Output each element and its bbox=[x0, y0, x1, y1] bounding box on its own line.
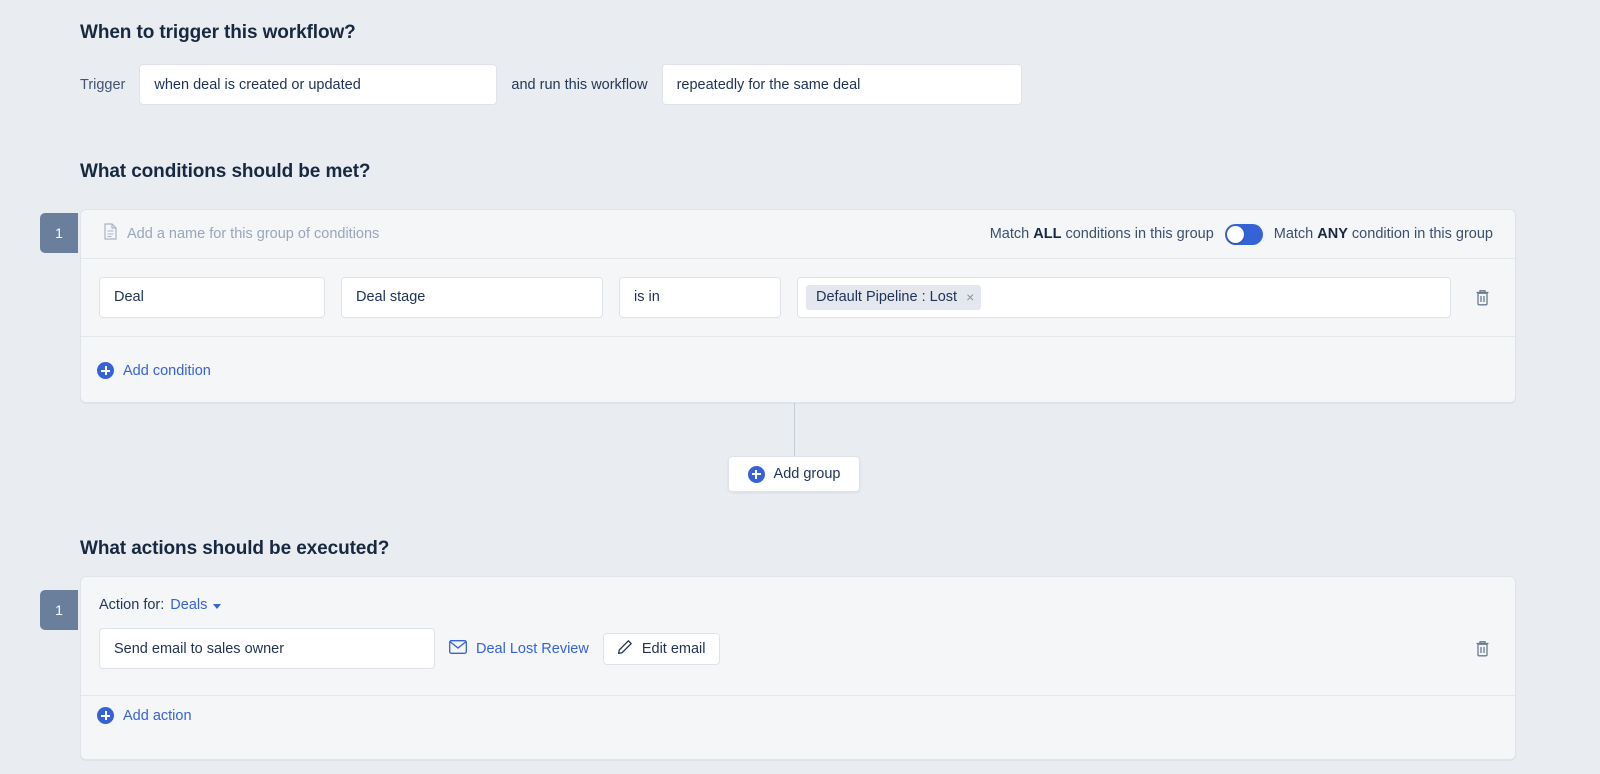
group-connector-line bbox=[794, 403, 795, 456]
trash-icon bbox=[1476, 289, 1488, 305]
condition-row: Deal Deal stage is in Default Pipeline :… bbox=[81, 258, 1515, 336]
condition-group-number: 1 bbox=[40, 213, 78, 253]
email-template-name: Deal Lost Review bbox=[476, 640, 589, 657]
add-action-label: Add action bbox=[123, 707, 192, 724]
condition-property-select[interactable]: Deal stage bbox=[341, 276, 603, 318]
add-condition-link[interactable]: Add condition bbox=[97, 362, 211, 379]
run-workflow-label: and run this workflow bbox=[511, 76, 648, 93]
delete-action-button[interactable] bbox=[1467, 634, 1497, 664]
workflow-editor-page: When to trigger this workflow? Trigger w… bbox=[0, 0, 1600, 774]
divider bbox=[81, 336, 1515, 337]
run-frequency-value: repeatedly for the same deal bbox=[676, 76, 861, 93]
match-any-strong: ANY bbox=[1317, 226, 1348, 242]
trigger-label: Trigger bbox=[80, 76, 126, 93]
match-any-label: Match ANY condition in this group bbox=[1273, 226, 1493, 242]
action-for-label: Action for: bbox=[99, 597, 165, 613]
condition-value-multiselect[interactable]: Default Pipeline : Lost × bbox=[797, 276, 1451, 318]
action-for-row: Action for: Deals bbox=[99, 597, 222, 613]
match-mode-control: Match ALL conditions in this group Match… bbox=[989, 223, 1493, 245]
condition-value-chip: Default Pipeline : Lost × bbox=[806, 284, 982, 310]
toggle-knob bbox=[1226, 225, 1244, 243]
trigger-event-select[interactable]: when deal is created or updated bbox=[139, 64, 498, 105]
add-group-button[interactable]: Add group bbox=[728, 456, 860, 492]
trash-icon bbox=[1476, 641, 1488, 657]
condition-property-value: Deal stage bbox=[356, 289, 426, 305]
trigger-row: Trigger when deal is created or updated … bbox=[80, 64, 1022, 105]
match-all-label: Match ALL conditions in this group bbox=[989, 226, 1214, 242]
add-condition-label: Add condition bbox=[123, 362, 211, 379]
condition-group-header: Add a name for this group of conditions … bbox=[81, 210, 1515, 258]
action-row: Send email to sales owner Deal Lost Revi… bbox=[99, 628, 1497, 669]
add-group-label: Add group bbox=[773, 466, 841, 482]
action-type-select[interactable]: Send email to sales owner bbox=[99, 628, 435, 669]
chevron-down-icon bbox=[213, 603, 222, 609]
condition-group-card: Add a name for this group of conditions … bbox=[80, 209, 1516, 403]
email-template-link[interactable]: Deal Lost Review bbox=[449, 639, 589, 658]
match-mode-toggle[interactable] bbox=[1224, 223, 1263, 245]
close-icon[interactable]: × bbox=[966, 290, 974, 304]
document-icon bbox=[103, 223, 118, 245]
add-action-link[interactable]: Add action bbox=[97, 707, 192, 724]
condition-entity-value: Deal bbox=[114, 289, 144, 305]
plus-icon bbox=[747, 465, 765, 483]
pencil-icon bbox=[617, 639, 633, 659]
condition-group-name-placeholder: Add a name for this group of conditions bbox=[127, 226, 380, 242]
plus-icon bbox=[97, 707, 114, 724]
conditions-section-heading: What conditions should be met? bbox=[80, 161, 371, 182]
action-type-value: Send email to sales owner bbox=[114, 640, 285, 657]
condition-operator-value: is in bbox=[634, 289, 660, 305]
delete-condition-button[interactable] bbox=[1467, 282, 1497, 312]
trigger-section-heading: When to trigger this workflow? bbox=[80, 22, 356, 43]
condition-group-name-input[interactable]: Add a name for this group of conditions bbox=[103, 223, 379, 245]
action-group-card: Action for: Deals Send email to sales ow… bbox=[80, 576, 1516, 760]
divider bbox=[81, 695, 1515, 696]
match-all-strong: ALL bbox=[1033, 226, 1062, 242]
condition-operator-select[interactable]: is in bbox=[619, 276, 781, 318]
run-frequency-select[interactable]: repeatedly for the same deal bbox=[661, 64, 1022, 105]
edit-email-button[interactable]: Edit email bbox=[602, 632, 720, 665]
action-group-number: 1 bbox=[40, 590, 78, 630]
actions-section-heading: What actions should be executed? bbox=[80, 538, 390, 559]
trigger-event-value: when deal is created or updated bbox=[154, 76, 361, 93]
condition-value-chip-label: Default Pipeline : Lost bbox=[816, 289, 958, 305]
edit-email-label: Edit email bbox=[641, 640, 706, 657]
condition-entity-select[interactable]: Deal bbox=[99, 276, 325, 318]
plus-icon bbox=[97, 362, 114, 379]
envelope-icon bbox=[449, 639, 467, 658]
action-for-entity-dropdown[interactable]: Deals bbox=[170, 597, 207, 613]
